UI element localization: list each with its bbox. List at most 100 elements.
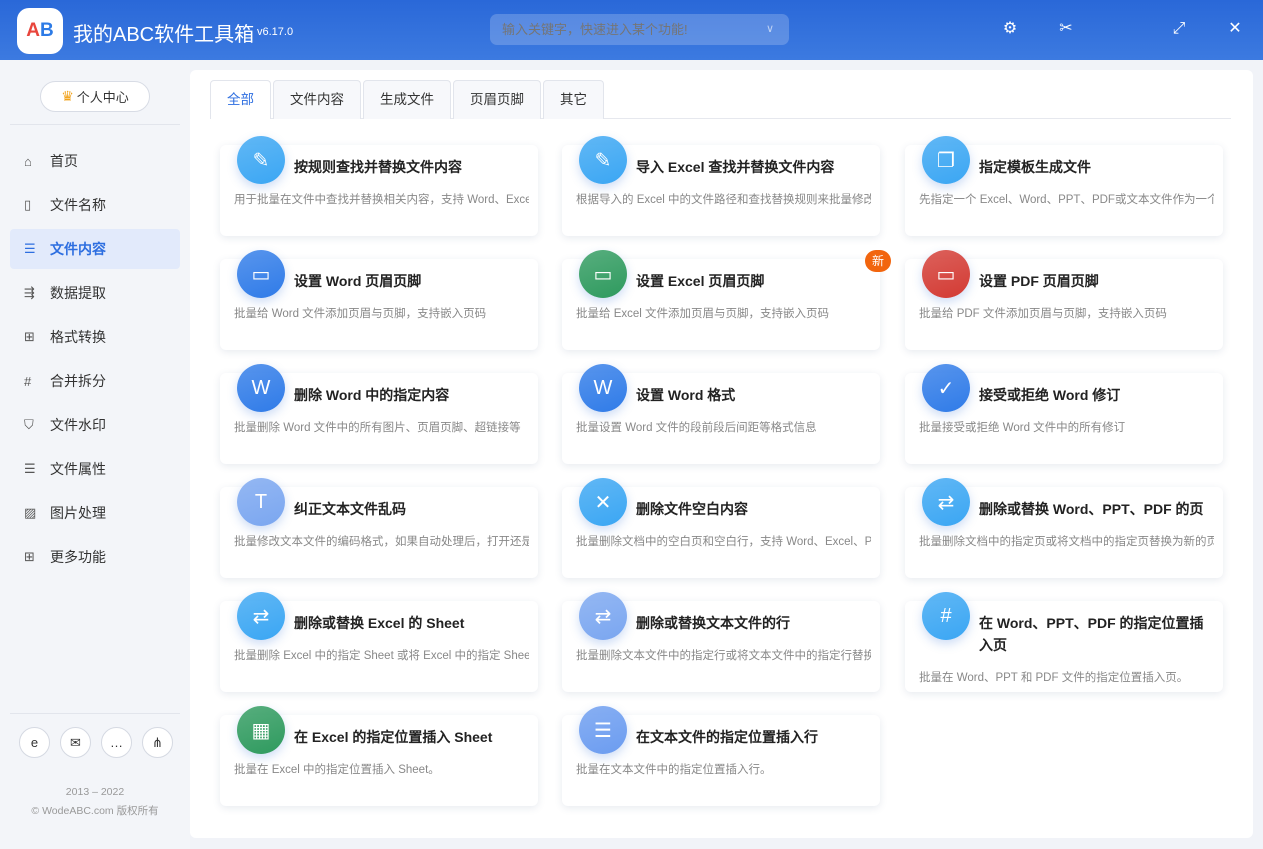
card-title: 删除文件空白内容: [636, 498, 871, 520]
feature-card[interactable]: ▭ 设置 PDF 页眉页脚 批量给 PDF 文件添加页眉与页脚，支持嵌入页码: [905, 259, 1223, 350]
feature-card[interactable]: ▭ 设置 Excel 页眉页脚 批量给 Excel 文件添加页眉与页脚，支持嵌入…: [562, 259, 880, 350]
feature-card[interactable]: ▦ 在 Excel 的指定位置插入 Sheet 批量在 Excel 中的指定位置…: [220, 715, 538, 806]
mail-icon[interactable]: ✉: [60, 727, 91, 758]
card-title: 导入 Excel 查找并替换文件内容: [636, 156, 871, 178]
card-description: 批量给 Word 文件添加页眉与页脚，支持嵌入页码: [234, 305, 529, 321]
title-bar: AB 我的ABC软件工具箱 v6.17.0 ∨ ⚙ ✂ ⤢ ✕: [0, 0, 1263, 60]
tab[interactable]: 文件内容: [273, 80, 361, 119]
app-logo: AB: [17, 8, 63, 54]
card-description: 批量给 PDF 文件添加页眉与页脚，支持嵌入页码: [919, 305, 1214, 321]
feature-card[interactable]: W 删除 Word 中的指定内容 批量删除 Word 文件中的所有图片、页眉页脚…: [220, 373, 538, 464]
card-description: 批量删除 Excel 中的指定 Sheet 或将 Excel 中的指定 Shee…: [234, 647, 529, 663]
chevron-down-icon[interactable]: ∨: [766, 22, 774, 35]
sidebar-item-label: 更多功能: [50, 547, 106, 567]
feature-card[interactable]: ✕ 删除文件空白内容 批量删除文档中的空白页和空白行，支持 Word、Excel…: [562, 487, 880, 578]
card-description: 用于批量在文件中查找并替换相关内容，支持 Word、Excel、PPT: [234, 191, 529, 207]
card-description: 批量在文本文件中的指定位置插入行。: [576, 761, 871, 777]
maximize-icon[interactable]: ⤢: [1168, 18, 1190, 40]
card-title: 在文本文件的指定位置插入行: [636, 726, 871, 748]
copyright: © WodeABC.com 版权所有: [0, 803, 190, 818]
sidebar-item[interactable]: ☰文件内容: [10, 229, 180, 269]
feature-card[interactable]: ✓ 接受或拒绝 Word 修订 批量接受或拒绝 Word 文件中的所有修订: [905, 373, 1223, 464]
app-title: 我的ABC软件工具箱: [73, 18, 254, 47]
sidebar-item-label: 文件内容: [50, 239, 106, 259]
feature-card[interactable]: ⇄ 删除或替换 Word、PPT、PDF 的页 批量删除文档中的指定页或将文档中…: [905, 487, 1223, 578]
chat-icon[interactable]: …: [101, 727, 132, 758]
feature-card[interactable]: ▭ 设置 Word 页眉页脚 批量给 Word 文件添加页眉与页脚，支持嵌入页码: [220, 259, 538, 350]
sidebar-item[interactable]: ▯文件名称: [10, 185, 180, 225]
card-description: 批量删除文档中的指定页或将文档中的指定页替换为新的页: [919, 533, 1214, 549]
home-icon: ⌂: [24, 154, 50, 169]
card-title: 在 Excel 的指定位置插入 Sheet: [294, 726, 529, 748]
card-description: 先指定一个 Excel、Word、PPT、PDF或文本文件作为一个模板: [919, 191, 1214, 207]
sidebar-item[interactable]: #合并拆分: [10, 361, 180, 401]
tab[interactable]: 页眉页脚: [453, 80, 541, 119]
tab[interactable]: 生成文件: [363, 80, 451, 119]
sidebar-item-label: 合并拆分: [50, 371, 106, 391]
feature-icon: ⇄: [237, 592, 285, 640]
card-title: 删除或替换文本文件的行: [636, 612, 871, 634]
list-icon: ☰: [24, 241, 50, 257]
feature-icon: #: [922, 592, 970, 640]
card-title: 删除 Word 中的指定内容: [294, 384, 529, 406]
sidebar-item-label: 文件属性: [50, 459, 106, 479]
scissors-icon[interactable]: ✂: [1055, 18, 1077, 40]
feature-card[interactable]: W 设置 Word 格式 批量设置 Word 文件的段前段后间距等格式信息: [562, 373, 880, 464]
card-title: 删除或替换 Excel 的 Sheet: [294, 612, 529, 634]
copyright-years: 2013 – 2022: [0, 786, 190, 798]
feature-card[interactable]: ⇄ 删除或替换文本文件的行 批量删除文本文件中的指定行或将文本文件中的指定行替换: [562, 601, 880, 692]
feature-card[interactable]: ⇄ 删除或替换 Excel 的 Sheet 批量删除 Excel 中的指定 Sh…: [220, 601, 538, 692]
card-title: 设置 Word 页眉页脚: [294, 270, 529, 292]
card-description: 批量设置 Word 文件的段前段后间距等格式信息: [576, 419, 871, 435]
feature-icon: ⇄: [579, 592, 627, 640]
sidebar-item[interactable]: ⊞格式转换: [10, 317, 180, 357]
feature-card[interactable]: ❐ 指定模板生成文件 先指定一个 Excel、Word、PPT、PDF或文本文件…: [905, 145, 1223, 236]
sidebar-item[interactable]: ⊞更多功能: [10, 537, 180, 577]
feature-card[interactable]: ✎ 导入 Excel 查找并替换文件内容 根据导入的 Excel 中的文件路径和…: [562, 145, 880, 236]
feature-icon: ✕: [579, 478, 627, 526]
search-input[interactable]: [490, 14, 789, 45]
sidebar-item-label: 图片处理: [50, 503, 106, 523]
feature-icon: ✓: [922, 364, 970, 412]
card-description: 批量删除 Word 文件中的所有图片、页眉页脚、超链接等: [234, 419, 529, 435]
hash-icon: #: [24, 374, 50, 389]
browser-icon[interactable]: e: [19, 727, 50, 758]
feature-icon: ▭: [579, 250, 627, 298]
personal-center-button[interactable]: ♛个人中心: [40, 81, 150, 112]
sidebar-item-label: 首页: [50, 151, 78, 171]
sidebar-item[interactable]: ☰文件属性: [10, 449, 180, 489]
card-description: 批量给 Excel 文件添加页眉与页脚，支持嵌入页码: [576, 305, 871, 321]
tab[interactable]: 其它: [543, 80, 604, 119]
card-description: 批量在 Word、PPT 和 PDF 文件的指定位置插入页。: [919, 669, 1214, 685]
feature-card[interactable]: ✎ 按规则查找并替换文件内容 用于批量在文件中查找并替换相关内容，支持 Word…: [220, 145, 538, 236]
settings-icon[interactable]: ⚙: [999, 18, 1021, 40]
card-title: 纠正文本文件乱码: [294, 498, 529, 520]
share-icon[interactable]: ⋔: [142, 727, 173, 758]
feature-card[interactable]: T 纠正文本文件乱码 批量修改文本文件的编码格式，如果自动处理后，打开还是乱码: [220, 487, 538, 578]
image-icon: ▨: [24, 505, 50, 521]
file-icon: ▯: [24, 197, 50, 213]
sidebar-item[interactable]: ⇶数据提取: [10, 273, 180, 313]
feature-card[interactable]: ☰ 在文本文件的指定位置插入行 批量在文本文件中的指定位置插入行。: [562, 715, 880, 806]
card-title: 删除或替换 Word、PPT、PDF 的页: [979, 498, 1214, 520]
feature-icon: T: [237, 478, 285, 526]
close-icon[interactable]: ✕: [1224, 18, 1246, 40]
sidebar-item[interactable]: ⌂首页: [10, 141, 180, 181]
feature-icon: ⇄: [922, 478, 970, 526]
sidebar-item[interactable]: ⛉文件水印: [10, 405, 180, 445]
feature-card[interactable]: # 在 Word、PPT、PDF 的指定位置插入页 批量在 Word、PPT 和…: [905, 601, 1223, 692]
card-description: 根据导入的 Excel 中的文件路径和查找替换规则来批量修改: [576, 191, 871, 207]
feature-icon: ▭: [922, 250, 970, 298]
tab[interactable]: 全部: [210, 80, 271, 119]
card-title: 设置 Word 格式: [636, 384, 871, 406]
convert-icon: ⊞: [24, 329, 50, 345]
feature-icon: ▦: [237, 706, 285, 754]
card-title: 设置 PDF 页眉页脚: [979, 270, 1214, 292]
sidebar-item[interactable]: ▨图片处理: [10, 493, 180, 533]
sidebar-nav: ⌂首页▯文件名称☰文件内容⇶数据提取⊞格式转换#合并拆分⛉文件水印☰文件属性▨图…: [10, 141, 180, 581]
card-description: 批量在 Excel 中的指定位置插入 Sheet。: [234, 761, 529, 777]
card-description: 批量接受或拒绝 Word 文件中的所有修订: [919, 419, 1214, 435]
app-version: v6.17.0: [257, 26, 293, 38]
card-title: 指定模板生成文件: [979, 156, 1214, 178]
extract-icon: ⇶: [24, 285, 50, 301]
